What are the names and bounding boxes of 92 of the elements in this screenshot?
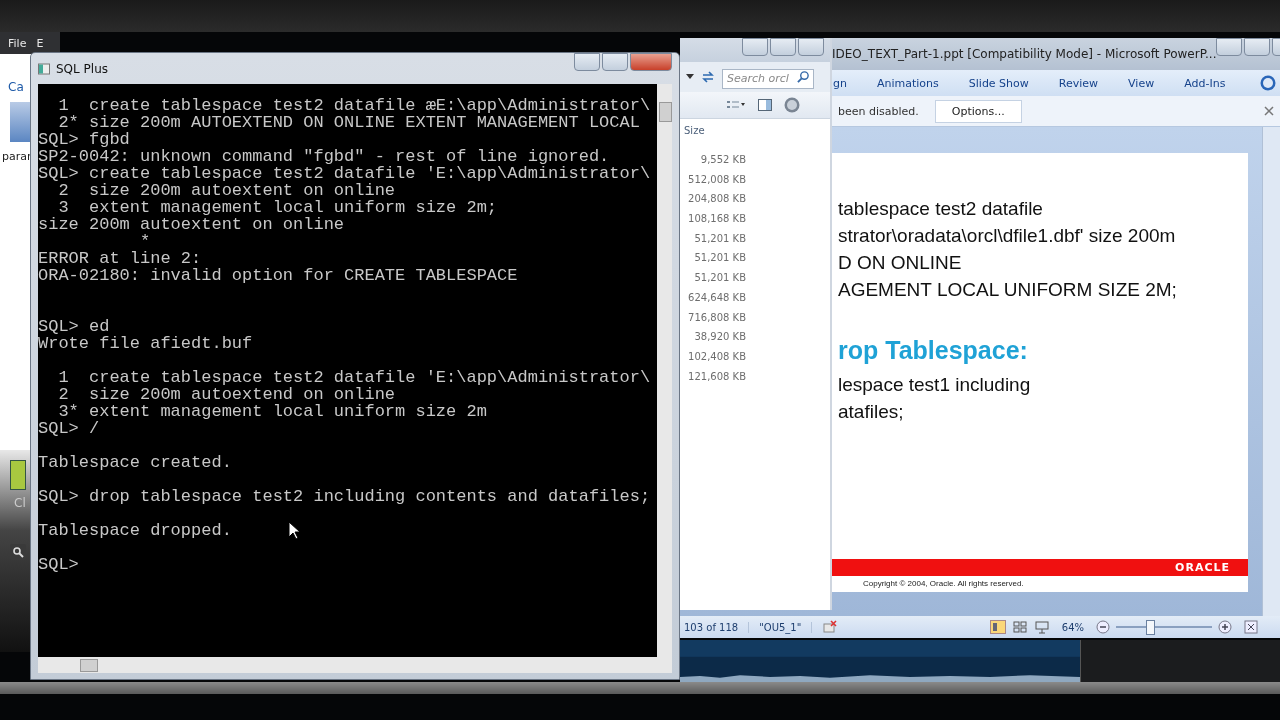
help-icon[interactable] <box>1260 75 1276 91</box>
console-line: Wrote file afiedt.buf <box>38 335 253 352</box>
column-header[interactable]: Size <box>680 119 830 150</box>
table-cell-text: 51,201 KB <box>693 251 746 266</box>
thumbnail-icon <box>10 102 30 142</box>
ribbon-tab[interactable]: gn <box>833 73 847 93</box>
ribbon-tab[interactable]: Review <box>1058 73 1099 93</box>
ribbon-tab[interactable]: Animations <box>876 73 939 93</box>
refresh-icon[interactable] <box>700 69 716 85</box>
link-text[interactable]: Ca <box>8 80 24 94</box>
console-line: SP2-0042: unknown command "fgbd" - rest of line ignored. <box>38 148 610 165</box>
maximize-button[interactable] <box>1244 38 1271 56</box>
ribbon-tab[interactable]: Add-Ins <box>1184 73 1226 93</box>
table-cell-text: 9,552 KB <box>699 153 746 167</box>
console-line: SQL> / <box>38 420 100 437</box>
console-line: SQL> ed <box>38 318 110 335</box>
scrollbar[interactable] <box>0 682 1280 694</box>
slide-text: strator\oradata\orcl\dfile1.dbf' size 200m <box>838 224 1177 248</box>
console-line: * <box>139 233 151 250</box>
console-line: SQL> <box>38 556 79 573</box>
search-icon[interactable] <box>10 544 26 560</box>
slide-text: AGEMENT LOCAL UNIFORM SIZE 2M; <box>838 278 1178 302</box>
ribbon-tab[interactable]: View <box>1128 73 1155 93</box>
console-line: SQL> fgbd <box>38 131 130 148</box>
table-cell-text: 204,808 KB <box>687 192 746 207</box>
zoom-in-button[interactable] <box>1218 620 1232 634</box>
console-line: 2 size 200m autoextend on online <box>57 386 396 403</box>
table-cell-text: 51,201 KB <box>693 231 746 246</box>
window-title: IDEO_TEXT_Part-1.ppt [Compatibility Mode] - Microsoft PowerP... <box>832 47 1217 61</box>
close-button[interactable] <box>798 38 824 56</box>
search-icon[interactable] <box>797 70 810 83</box>
caret-icon[interactable] <box>686 74 694 80</box>
console-line: ERROR at line 2: <box>38 250 202 267</box>
slide-text: atafiles; <box>838 400 905 424</box>
app-icon <box>38 62 50 75</box>
maximize-button[interactable] <box>602 53 628 71</box>
console-line: 3 extent management local uniform size 2m; <box>57 199 498 216</box>
menu-item[interactable]: File <box>8 36 27 50</box>
table-cell-text: 38,920 KB <box>693 330 746 345</box>
options-button[interactable]: Options... <box>934 99 1022 123</box>
console-line: SQL> drop tablespace test2 including contents and datafiles; <box>38 488 651 505</box>
zoom-out-button[interactable] <box>1096 620 1110 634</box>
console-line: 1 create tablespace test2 datafile 'E:\app\Administrator\ <box>57 369 651 386</box>
table-cell-text: 624,648 KB <box>687 290 746 305</box>
slide-text: tablespace test2 datafile <box>838 197 1044 221</box>
table-cell-text: 108,168 KB <box>687 212 746 227</box>
zoom-level: 64% <box>1061 621 1084 633</box>
message-text: been disabled. <box>838 104 919 118</box>
scrollbar[interactable] <box>1262 127 1280 616</box>
table-cell-text: 102,408 KB <box>687 349 746 364</box>
copyright-text: Copyright © 2004, Oracle. All rights reserved. <box>862 578 1025 590</box>
window-title: SQL Plus <box>56 61 108 76</box>
help-icon[interactable] <box>784 97 800 113</box>
ribbon-tab[interactable]: Slide Show <box>968 73 1029 93</box>
close-button[interactable] <box>630 53 672 71</box>
slide-heading: rop Tablespace: <box>838 335 1029 366</box>
app-icon[interactable] <box>10 460 26 490</box>
console-line: size 200m autoextent on online <box>38 216 345 233</box>
preview-pane-icon[interactable] <box>758 99 772 111</box>
minimize-button[interactable] <box>1216 38 1243 56</box>
slideshow-icon[interactable] <box>1033 620 1050 634</box>
console-line: 2* size 200m AUTOEXTEND ON ONLINE EXTENT MANAGEMENT LOCAL <box>57 114 640 131</box>
scrollbar[interactable] <box>657 84 672 657</box>
mouse-pointer-icon <box>288 521 300 540</box>
console-line: 3* extent management local uniform size 2m <box>57 403 487 420</box>
view-options-icon[interactable] <box>726 99 746 111</box>
minimize-button[interactable] <box>574 53 600 71</box>
search-field[interactable]: Search orcl <box>722 68 814 89</box>
brand-text: ORACLE <box>1175 561 1230 574</box>
table-cell-text: 121,608 KB <box>687 369 746 384</box>
maximize-button[interactable] <box>770 38 796 56</box>
scrollbar[interactable] <box>38 657 672 673</box>
grid-view-icon[interactable] <box>1011 620 1028 634</box>
fit-icon[interactable] <box>1244 620 1258 634</box>
console-line: 1 create tablespace test2 datafile æE:\app\Administrator\ <box>57 97 651 114</box>
table-cell-text: 512,008 KB <box>687 172 746 187</box>
slide-text: lespace test1 including <box>838 373 1032 397</box>
theme-name: "OU5_1" <box>749 621 813 633</box>
console-line: SQL> create tablespace test2 datafile 'E:\app\Administrator\ <box>38 165 651 182</box>
table-cell-text: 716,808 KB <box>687 310 746 325</box>
normal-view-icon[interactable] <box>989 620 1006 634</box>
slide-text: D ON ONLINE <box>838 251 963 275</box>
close-icon[interactable] <box>1264 106 1274 116</box>
zoom-slider-thumb[interactable] <box>1145 620 1155 635</box>
spelling-icon[interactable] <box>822 619 839 635</box>
menu-item[interactable]: E <box>36 36 44 50</box>
console-line: Tablespace created. <box>38 454 232 471</box>
console-line: ORA-02180: invalid option for CREATE TABLESPACE <box>38 267 518 284</box>
minimize-button[interactable] <box>742 38 768 56</box>
table-cell-text: 51,201 KB <box>693 271 746 286</box>
console-line: Tablespace dropped. <box>38 522 232 539</box>
console-line: 2 size 200m autoextent on online <box>57 182 396 199</box>
